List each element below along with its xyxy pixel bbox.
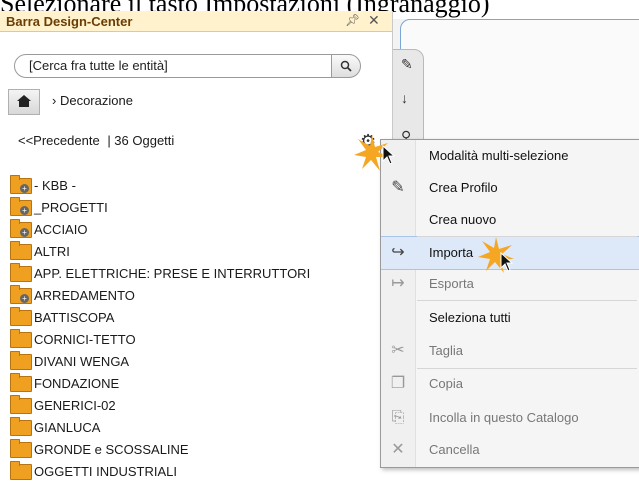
menu-separator bbox=[417, 300, 637, 301]
scissors-icon: ✂ bbox=[391, 342, 405, 359]
settings-context-menu: Modalità multi-selezione ✎ Crea Profilo Cre… bbox=[380, 139, 639, 468]
menu-item-label[interactable]: Importa bbox=[429, 245, 473, 260]
list-item-label[interactable]: APP. ELETTRICHE: PRESE E INTERRUTTORI bbox=[34, 266, 310, 281]
list-item-label[interactable]: - KBB - bbox=[34, 178, 76, 193]
paste-icon: ⎘ bbox=[391, 409, 405, 426]
export-icon: ↦ bbox=[391, 275, 405, 292]
list-item[interactable]: + _PROGETTI bbox=[10, 197, 388, 219]
design-center-panel: Barra Design-Center 📌︎ ✕ [Cerca fra tutt… bbox=[0, 11, 393, 480]
menu-item[interactable]: Seleziona tutti bbox=[381, 302, 639, 334]
folder-icon: + bbox=[10, 175, 32, 194]
menu-item: ✂ Taglia bbox=[381, 335, 639, 367]
list-item[interactable]: BATTISCOPA bbox=[10, 307, 388, 329]
folder-icon bbox=[10, 241, 32, 260]
search-icon bbox=[340, 60, 352, 72]
delete-icon: ✕ bbox=[391, 441, 405, 458]
list-item[interactable]: DIVANI WENGA bbox=[10, 351, 388, 373]
list-item-label[interactable]: DIVANI WENGA bbox=[34, 354, 129, 369]
menu-separator bbox=[417, 368, 637, 369]
copy-icon: ❐ bbox=[390, 375, 406, 392]
list-item-label[interactable]: GRONDE e SCOSSALINE bbox=[34, 442, 189, 457]
list-item-label[interactable]: BATTISCOPA bbox=[34, 310, 114, 325]
menu-item-label: Cancella bbox=[429, 442, 480, 457]
folder-icon bbox=[10, 307, 32, 326]
folder-icon bbox=[10, 395, 32, 414]
search-input[interactable]: [Cerca fra tutte le entità] bbox=[29, 58, 168, 73]
menu-item-label[interactable]: Modalità multi-selezione bbox=[429, 148, 568, 163]
list-item-label[interactable]: OGGETTI INDUSTRIALI bbox=[34, 464, 177, 479]
panel-title: Barra Design-Center bbox=[6, 14, 133, 29]
menu-item-label[interactable]: Crea Profilo bbox=[429, 180, 498, 195]
panel-titlebar: Barra Design-Center 📌︎ ✕ bbox=[0, 11, 392, 32]
subfolder-badge-icon: + bbox=[20, 206, 29, 215]
list-item[interactable]: + - KBB - bbox=[10, 175, 388, 197]
menu-item-label: Incolla in questo Catalogo bbox=[429, 410, 579, 425]
menu-item: ✕ Cancella bbox=[381, 434, 639, 466]
profile-icon: ✎ bbox=[391, 179, 405, 196]
pin-icon[interactable]: 📌︎ bbox=[345, 13, 360, 27]
list-item[interactable]: + ACCIAIO bbox=[10, 219, 388, 241]
list-item-label[interactable]: ARREDAMENTO bbox=[34, 288, 135, 303]
import-icon: ↪ bbox=[391, 244, 405, 261]
folder-icon bbox=[10, 329, 32, 348]
folder-icon bbox=[10, 351, 32, 370]
folder-icon bbox=[10, 439, 32, 458]
info-icon[interactable]: ↓ bbox=[401, 90, 408, 106]
pen-icon[interactable]: ✎ bbox=[401, 56, 413, 73]
navigation-bar: <<Precedente | 36 Oggetti bbox=[18, 133, 174, 148]
home-icon bbox=[17, 95, 31, 107]
close-icon[interactable]: ✕ bbox=[368, 12, 380, 29]
menu-item-label: Esporta bbox=[429, 276, 474, 291]
list-item[interactable]: GENERICI-02 bbox=[10, 395, 388, 417]
mouse-cursor-icon bbox=[500, 252, 514, 272]
folder-icon: + bbox=[10, 197, 32, 216]
folder-icon: + bbox=[10, 285, 32, 304]
menu-item: ❐ Copia bbox=[381, 368, 639, 400]
list-item[interactable]: + ARREDAMENTO bbox=[10, 285, 388, 307]
list-item-label[interactable]: GENERICI-02 bbox=[34, 398, 116, 413]
list-item-label[interactable]: ALTRI bbox=[34, 244, 70, 259]
breadcrumb-label[interactable]: › Decorazione bbox=[52, 93, 133, 108]
folder-icon: + bbox=[10, 219, 32, 238]
home-button[interactable] bbox=[8, 89, 40, 115]
menu-item[interactable]: ✎ Crea Profilo bbox=[381, 172, 639, 204]
menu-item-label[interactable]: Seleziona tutti bbox=[429, 310, 511, 325]
list-item[interactable]: CORNICI-TETTO bbox=[10, 329, 388, 351]
list-item-label[interactable]: CORNICI-TETTO bbox=[34, 332, 136, 347]
folder-icon bbox=[10, 373, 32, 392]
menu-item-label: Copia bbox=[429, 376, 463, 391]
menu-item[interactable]: Modalità multi-selezione bbox=[381, 140, 639, 172]
subfolder-badge-icon: + bbox=[20, 294, 29, 303]
list-item[interactable]: OGGETTI INDUSTRIALI bbox=[10, 461, 388, 483]
folder-icon bbox=[10, 461, 32, 480]
mouse-cursor-icon bbox=[382, 145, 396, 165]
list-item[interactable]: ALTRI bbox=[10, 241, 388, 263]
menu-item: ⎘ Incolla in questo Catalogo bbox=[381, 402, 639, 434]
list-item[interactable]: APP. ELETTRICHE: PRESE E INTERRUTTORI bbox=[10, 263, 388, 285]
search-button[interactable] bbox=[331, 54, 361, 78]
list-item-label[interactable]: ACCIAIO bbox=[34, 222, 87, 237]
menu-separator bbox=[417, 236, 637, 237]
list-item-label[interactable]: _PROGETTI bbox=[34, 200, 108, 215]
subfolder-badge-icon: + bbox=[20, 228, 29, 237]
menu-item[interactable]: Crea nuovo bbox=[381, 204, 639, 236]
list-item-label[interactable]: FONDAZIONE bbox=[34, 376, 119, 391]
list-item[interactable]: GIANLUCA bbox=[10, 417, 388, 439]
object-count: | 36 Oggetti bbox=[107, 133, 175, 148]
list-item-label[interactable]: GIANLUCA bbox=[34, 420, 100, 435]
list-item[interactable]: FONDAZIONE bbox=[10, 373, 388, 395]
menu-item-label[interactable]: Crea nuovo bbox=[429, 212, 496, 227]
list-item[interactable]: GRONDE e SCOSSALINE bbox=[10, 439, 388, 461]
menu-item-label: Taglia bbox=[429, 343, 463, 358]
folder-icon bbox=[10, 263, 32, 282]
folder-icon bbox=[10, 417, 32, 436]
subfolder-badge-icon: + bbox=[20, 184, 29, 193]
search-field[interactable]: [Cerca fra tutte le entità] bbox=[14, 54, 361, 78]
previous-link[interactable]: <<Precedente bbox=[18, 133, 100, 148]
breadcrumb-text[interactable]: Decorazione bbox=[60, 93, 133, 108]
catalog-list: + - KBB - + _PROGETTI + ACCIAIO ALTRI APP. ELET… bbox=[10, 175, 388, 483]
